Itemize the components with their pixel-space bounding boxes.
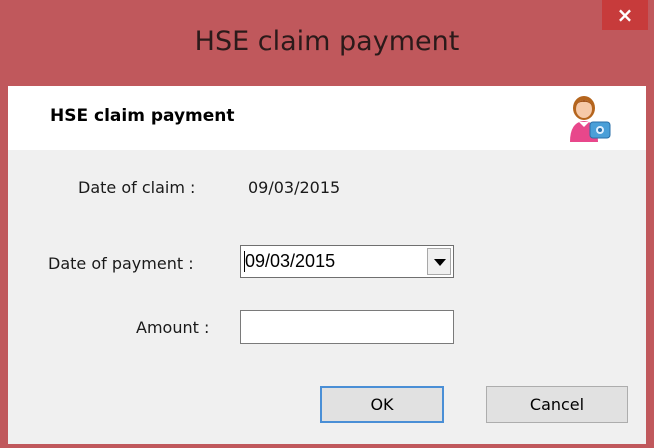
header-panel: HSE claim payment	[8, 86, 646, 150]
close-button[interactable]: ×	[602, 0, 648, 30]
window-title: HSE claim payment	[194, 26, 460, 57]
dialog-window: HSE claim payment × HSE claim payment Da…	[0, 0, 654, 448]
date-of-payment-picker[interactable]: 09/03/2015	[240, 245, 454, 278]
date-of-claim-value: 09/03/2015	[248, 178, 341, 197]
date-of-payment-label: Date of payment :	[48, 254, 194, 273]
close-icon: ×	[616, 3, 634, 27]
amount-input[interactable]	[240, 310, 454, 344]
header-title: HSE claim payment	[50, 106, 235, 126]
person-with-card-icon	[570, 96, 611, 142]
chevron-down-icon	[434, 259, 446, 266]
cancel-button[interactable]: Cancel	[486, 386, 628, 423]
ok-button[interactable]: OK	[320, 386, 444, 423]
title-bar[interactable]: HSE claim payment ×	[0, 0, 654, 86]
date-dropdown-button[interactable]	[427, 248, 451, 275]
date-of-payment-value: 09/03/2015	[245, 251, 336, 271]
date-of-claim-label: Date of claim :	[78, 178, 196, 197]
dialog-client-area: HSE claim payment Date of claim : 09/03/…	[8, 86, 646, 444]
amount-label: Amount :	[136, 318, 210, 337]
